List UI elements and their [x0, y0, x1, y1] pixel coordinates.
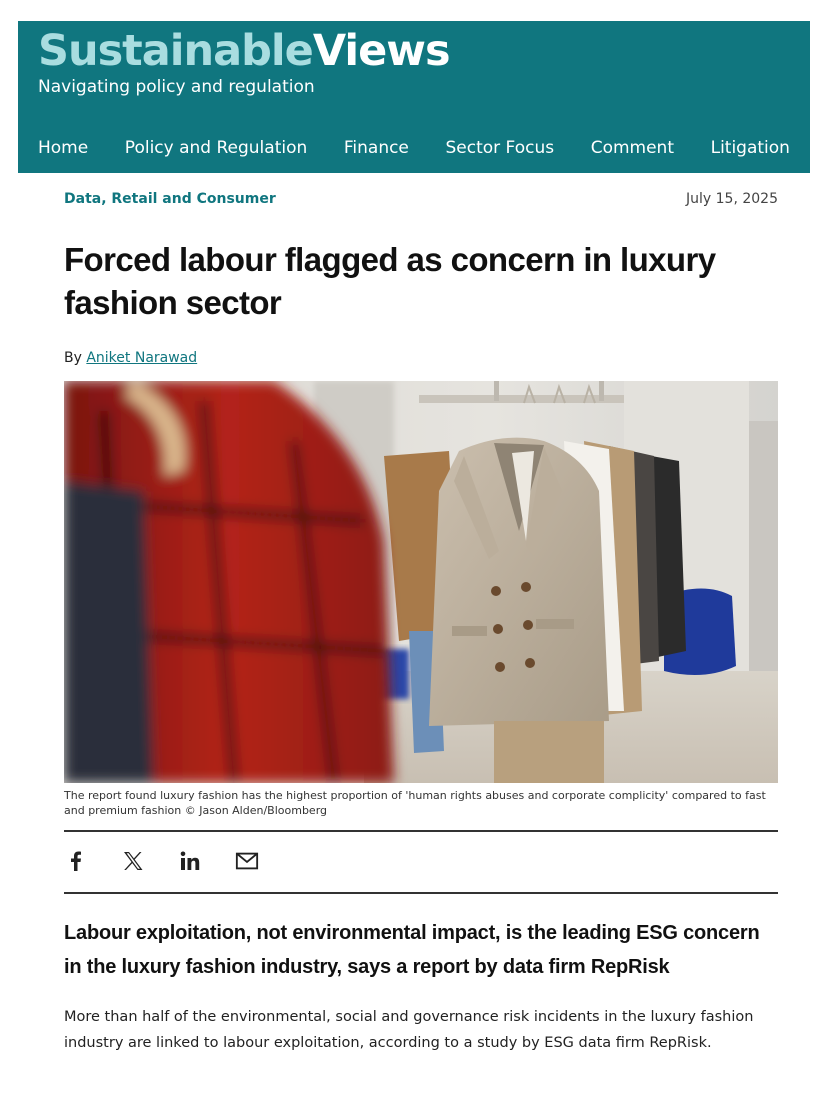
article-body-paragraph: More than half of the environmental, soc… — [64, 1009, 754, 1051]
share-divider-bottom — [64, 892, 778, 894]
logo-text-sustainable: Sustainable — [38, 26, 314, 76]
article-date: July 15, 2025 — [686, 191, 778, 207]
article-standfirst: Labour exploitation, not environmental i… — [64, 922, 760, 978]
x-icon[interactable] — [121, 849, 145, 873]
nav-item-sector-focus[interactable]: Sector Focus — [446, 138, 555, 158]
share-bar — [64, 847, 292, 875]
article-byline: By Aniket Narawad — [64, 350, 197, 366]
nav-item-home[interactable]: Home — [38, 138, 88, 158]
nav-item-finance[interactable]: Finance — [344, 138, 409, 158]
site-logo[interactable]: SustainableViews — [38, 26, 451, 76]
logo-text-views: Views — [312, 26, 451, 76]
site-header: SustainableViews Navigating policy and r… — [18, 21, 810, 173]
hero-image-illustration — [64, 381, 778, 783]
author-link[interactable]: Aniket Narawad — [86, 350, 197, 366]
share-divider-top — [64, 830, 778, 832]
article-headline: Forced labour flagged as concern in luxu… — [64, 241, 716, 321]
email-icon[interactable] — [235, 849, 259, 873]
site-tagline: Navigating policy and regulation — [38, 77, 315, 97]
byline-prefix: By — [64, 350, 82, 366]
image-caption: The report found luxury fashion has the … — [64, 789, 766, 817]
nav-item-policy-and-regulation[interactable]: Policy and Regulation — [125, 138, 307, 158]
main-nav: Home Policy and Regulation Finance Secto… — [38, 135, 790, 161]
article-meta: Data, Retail and Consumer July 15, 2025 — [64, 191, 778, 207]
linkedin-icon[interactable] — [178, 849, 202, 873]
article-category-link[interactable]: Data, Retail and Consumer — [64, 191, 276, 207]
hero-image — [64, 381, 778, 783]
nav-item-litigation[interactable]: Litigation — [711, 138, 790, 158]
facebook-icon[interactable] — [64, 849, 88, 873]
nav-item-comment[interactable]: Comment — [591, 138, 674, 158]
